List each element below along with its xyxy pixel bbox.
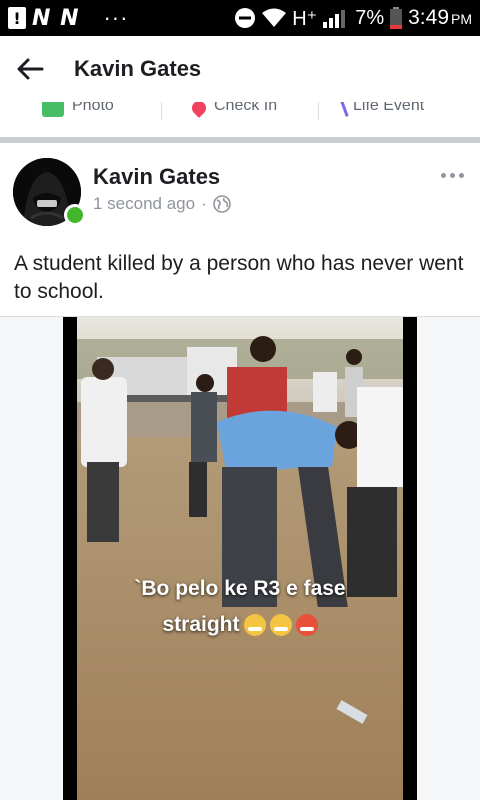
signal-icon: [323, 10, 346, 28]
more-options-button[interactable]: [438, 168, 466, 182]
video-thumbnail: [77, 317, 403, 800]
page-title: Kavin Gates: [74, 56, 202, 81]
post-author[interactable]: Kavin Gates: [93, 164, 220, 190]
carrier-icons: N N: [32, 5, 80, 31]
wifi-icon: [262, 8, 287, 27]
video-frame: [77, 317, 403, 800]
battery-percent: 7%: [355, 6, 385, 29]
hot-face-emoji-icon: [295, 614, 318, 636]
photo-action-label: Photo: [72, 102, 114, 114]
check-in-action[interactable]: Check In: [189, 102, 278, 120]
post-header: Kavin Gates 1 second ago ·: [0, 146, 480, 236]
online-status-indicator: [64, 204, 86, 226]
app-bar: Kavin Gates: [0, 36, 480, 102]
grimace-emoji-icon: [269, 614, 292, 636]
check-in-action-label: Check In: [214, 102, 278, 114]
battery-icon: [390, 7, 403, 29]
divider: [161, 102, 162, 120]
section-divider: [0, 137, 480, 143]
more-dots-icon: [440, 172, 446, 178]
divider: [318, 102, 319, 120]
back-button[interactable]: [0, 36, 60, 102]
post-meta: 1 second ago ·: [93, 194, 231, 214]
post-media: `Bo pelo ke R3 e fase straight: [0, 316, 480, 800]
grimace-emoji-icon: [243, 614, 266, 636]
meta-separator: ·: [201, 194, 207, 213]
status-bar: ! N N ··· H⁺ 7% 3:49 PM: [0, 0, 480, 36]
post-text: A student killed by a person who has nev…: [14, 252, 464, 303]
video-caption-line1: `Bo pelo ke R3 e fase: [134, 577, 346, 600]
flag-icon: [338, 102, 349, 117]
network-type: H⁺: [292, 7, 318, 30]
life-event-action-label: Life Event: [353, 102, 425, 114]
video-caption-text: straight: [162, 613, 240, 636]
photo-icon: [42, 102, 64, 117]
video-player[interactable]: `Bo pelo ke R3 e fase straight: [63, 317, 417, 800]
post-timestamp[interactable]: 1 second ago: [93, 194, 195, 214]
globe-icon[interactable]: [212, 195, 231, 213]
video-caption-line2: straight: [63, 613, 417, 637]
composer-actions: Photo Check In Life Event: [0, 102, 480, 120]
do-not-disturb-icon: [235, 8, 256, 28]
overflow-notifications-icon: ···: [103, 5, 129, 30]
back-arrow-icon: [17, 58, 44, 80]
clock: 3:49 PM: [408, 6, 472, 29]
alert-icon: !: [8, 7, 26, 29]
location-pin-icon: [189, 102, 209, 118]
life-event-action[interactable]: Life Event: [338, 102, 425, 120]
photo-action[interactable]: Photo: [42, 102, 114, 120]
